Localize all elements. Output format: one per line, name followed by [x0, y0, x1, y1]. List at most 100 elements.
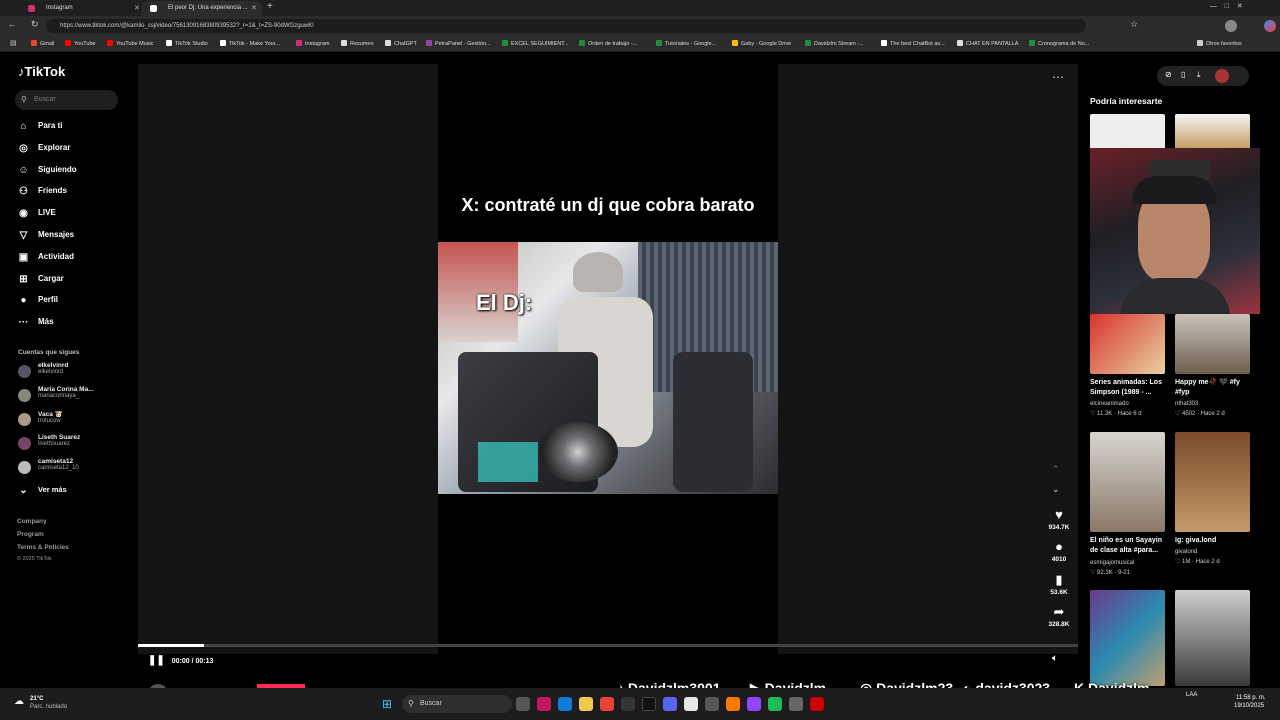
bookmark-stream[interactable]: Davidzlm Stream -...: [805, 40, 864, 47]
tiktok-icon[interactable]: [642, 697, 656, 711]
sidebar-item-mensajes[interactable]: ▽ Mensajes: [18, 228, 74, 242]
app-icon[interactable]: [789, 697, 803, 711]
see-more-button[interactable]: ⌄ Ver más: [18, 483, 66, 497]
recommendation-thumb[interactable]: [1175, 432, 1250, 532]
footer-terms[interactable]: Terms & Policies: [17, 544, 69, 551]
recommendation-thumb[interactable]: [1090, 432, 1165, 532]
following-account[interactable]: María Corina Ma... mariacorinaya_: [18, 386, 94, 404]
profile-avatar[interactable]: [1215, 69, 1229, 83]
profile-avatar[interactable]: [1225, 20, 1237, 32]
sidebar-item-para-ti[interactable]: ⌂ Para ti: [18, 119, 62, 133]
sidebar-item-cargar[interactable]: ⊞ Cargar: [18, 272, 64, 286]
bookmark-youtube-music[interactable]: YouTube Music: [107, 40, 154, 47]
close-icon[interactable]: ✕: [134, 1, 140, 16]
recommendation-title[interactable]: El niño es un Sayayin de clase alta #par…: [1090, 536, 1170, 556]
recommendation-thumb[interactable]: [1090, 314, 1165, 374]
tab-active-tiktok[interactable]: El peor Dj: Una experiencia ... ✕: [142, 1, 262, 16]
bookmark-petrapanel[interactable]: PetraPanel - Gestión...: [426, 40, 491, 47]
sidebar-item-más[interactable]: ··· Más: [18, 315, 54, 329]
tiktok-logo[interactable]: ♪TikTok: [18, 64, 65, 79]
chevron-down-icon[interactable]: ⌄: [1052, 484, 1060, 495]
bookmark-instagram[interactable]: Instagram: [296, 40, 329, 47]
app-icon[interactable]: [537, 697, 551, 711]
bookmark-gmail[interactable]: Gmail: [31, 40, 54, 47]
following-account[interactable]: Liseth Suarez lisethsuarez: [18, 434, 80, 452]
other-bookmarks[interactable]: Otros favoritos: [1197, 40, 1242, 47]
bookmark-chatbot[interactable]: The best ChatBot as...: [881, 40, 945, 47]
task-view-icon[interactable]: [516, 697, 530, 711]
bookmark-tiktok-studio[interactable]: TikTok Studio: [166, 40, 208, 47]
bookmark-tutoriales[interactable]: Tutoriales - Google...: [656, 40, 716, 47]
comment-button[interactable]: ● 4010: [1040, 538, 1078, 563]
bookmark-youtube[interactable]: YouTube: [65, 40, 96, 47]
video-frame[interactable]: X: contraté un dj que cobra barato El Dj…: [438, 64, 778, 654]
edge-icon[interactable]: [558, 697, 572, 711]
bookmark-orden[interactable]: Orden de trabajo -...: [579, 40, 637, 47]
clock-time[interactable]: 11:58 p. m.: [1236, 695, 1266, 701]
sidebar-item-siguiendo[interactable]: ☺ Siguiendo: [18, 163, 76, 177]
bookmark-cronograma[interactable]: Cronograma de No...: [1029, 40, 1089, 47]
app-icon[interactable]: [726, 697, 740, 711]
recommendation-thumb[interactable]: [1175, 590, 1250, 686]
pause-icon[interactable]: ❚❚: [148, 655, 165, 666]
following-account[interactable]: elkelvinrd elkelvinrd: [18, 362, 68, 380]
back-icon[interactable]: ←: [8, 20, 16, 29]
following-account[interactable]: Vaca 🐮 trotucow: [18, 410, 63, 428]
bookmark-excel[interactable]: EXCEL SEGUIMIENT...: [502, 40, 569, 47]
following-account[interactable]: camiseta12 camiseta12_10: [18, 458, 79, 476]
twitch-icon[interactable]: [747, 697, 761, 711]
windows-start-icon[interactable]: ⊞: [382, 697, 392, 711]
bookmark-drive[interactable]: Gaby - Google Drive: [732, 40, 791, 47]
tab-instagram[interactable]: Instagram ✕: [20, 1, 145, 16]
sidebar-item-perfil[interactable]: ● Perfil: [18, 293, 58, 307]
sidebar-item-explorar[interactable]: ◎ Explorar: [18, 141, 70, 155]
share-button[interactable]: ➦ 328.8K: [1040, 603, 1078, 628]
language-indicator[interactable]: LAA: [1186, 692, 1197, 698]
footer-program[interactable]: Program: [17, 531, 44, 538]
spotify-icon[interactable]: [768, 697, 782, 711]
app-icon[interactable]: [810, 697, 824, 711]
recommendation-thumb[interactable]: [1090, 590, 1165, 686]
bookmark-tiktok[interactable]: TikTok - Make Your...: [220, 40, 280, 47]
url-field[interactable]: https://www.tiktok.com/@kamilo_ssj/video…: [46, 19, 1086, 33]
recommendation-title[interactable]: Series animadas: Los Simpson (1989 - ...: [1090, 378, 1170, 398]
like-button[interactable]: ♥ 934.7K: [1040, 506, 1078, 531]
volume-icon[interactable]: 🔈︎: [1052, 653, 1058, 664]
close-icon[interactable]: ✕: [251, 1, 257, 16]
chevron-up-icon[interactable]: ⌃: [1052, 464, 1060, 475]
recommendation-thumb[interactable]: [1090, 114, 1165, 150]
new-tab-button[interactable]: +: [267, 1, 273, 12]
app-icon[interactable]: [684, 697, 698, 711]
bookmark-resumen[interactable]: Resumen: [341, 40, 374, 47]
save-button[interactable]: ▮ 53.6K: [1040, 571, 1078, 596]
taskbar-search[interactable]: ⚲ Buscar: [402, 695, 512, 713]
recommendation-title[interactable]: Ig: giva.lond: [1175, 536, 1255, 546]
footer-company[interactable]: Company: [17, 518, 47, 525]
chrome-icon[interactable]: [600, 697, 614, 711]
file-explorer-icon[interactable]: [579, 697, 593, 711]
compass-icon[interactable]: ⊘: [1165, 70, 1172, 79]
obs-icon[interactable]: [621, 697, 635, 711]
bookmark-chat-pantalla[interactable]: CHAT EN PANTALLA: [957, 40, 1018, 47]
sidebar-item-live[interactable]: ◉ LIVE: [18, 206, 56, 220]
reload-icon[interactable]: ↻: [31, 19, 39, 30]
steam-icon[interactable]: [705, 697, 719, 711]
recommendation-thumb[interactable]: [1175, 114, 1250, 150]
discord-icon[interactable]: [663, 697, 677, 711]
progress-bar[interactable]: [138, 644, 1078, 647]
bookmark-chatgpt[interactable]: ChatGPT: [385, 40, 417, 47]
recommendation-title[interactable]: Happy me🥀 🖤 #fy #fyp: [1175, 378, 1255, 398]
sidebar-item-actividad[interactable]: ▣ Actividad: [18, 250, 74, 264]
recommendation-thumb[interactable]: [1175, 314, 1250, 374]
gemini-icon[interactable]: [1264, 20, 1276, 32]
download-icon[interactable]: ⤓: [1197, 70, 1201, 80]
sidebar-item-friends[interactable]: ⚇ Friends: [18, 184, 67, 198]
apps-icon[interactable]: ▤: [10, 39, 17, 47]
search-input[interactable]: ⚲ Buscar: [15, 90, 118, 110]
more-options-icon[interactable]: ⋯: [1052, 70, 1064, 84]
bookmark-star-icon[interactable]: ☆: [1130, 19, 1138, 30]
weather-icon[interactable]: ☁: [14, 696, 24, 707]
window-controls[interactable]: — □ ✕: [1210, 2, 1243, 10]
phone-icon[interactable]: ▯: [1181, 70, 1185, 79]
clock-date[interactable]: 19/10/2025: [1234, 703, 1264, 709]
